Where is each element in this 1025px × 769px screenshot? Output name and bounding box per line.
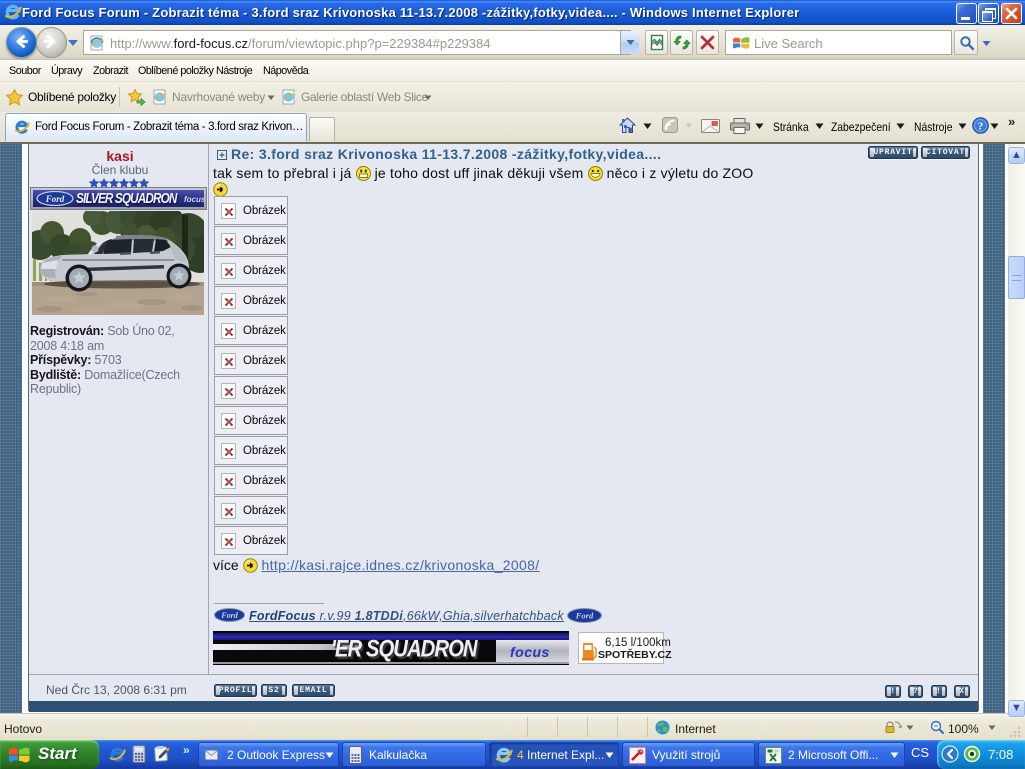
svg-text:?: ? bbox=[978, 121, 984, 133]
svg-text:Ford: Ford bbox=[220, 611, 238, 620]
svg-text:Ford: Ford bbox=[575, 611, 594, 621]
svg-text:Ford: Ford bbox=[45, 194, 65, 204]
